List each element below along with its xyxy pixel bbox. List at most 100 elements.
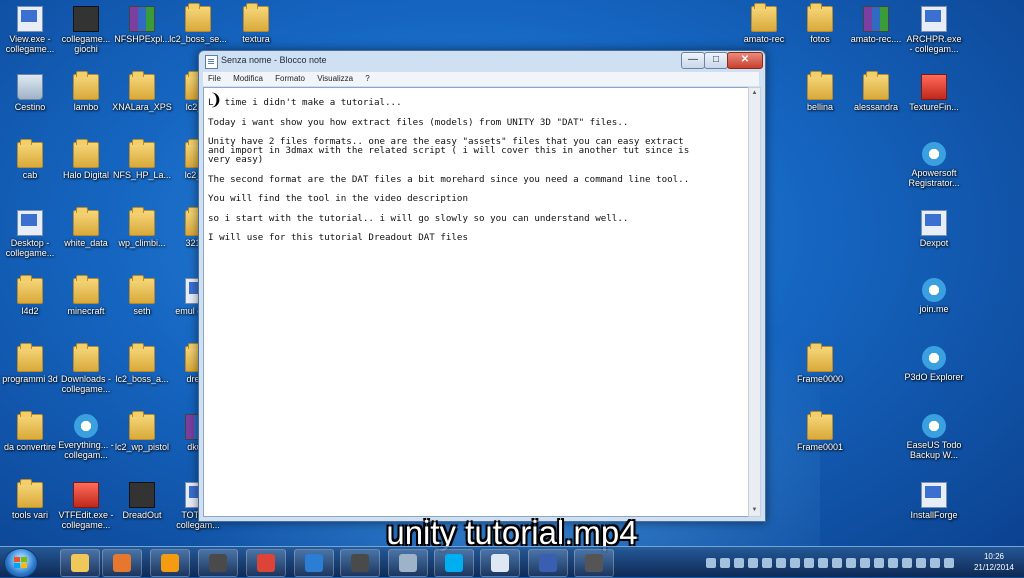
desktop-icon[interactable]: lambo <box>56 71 116 112</box>
desktop-icon[interactable]: ARCHPR.exe - collegam... <box>904 6 964 54</box>
save-icon <box>539 554 557 572</box>
taskbar-button-chrome[interactable] <box>246 549 286 577</box>
shortcut-icon <box>17 6 43 32</box>
desktop-icon[interactable]: programmi 3d <box>0 343 60 384</box>
app-printer-icon <box>399 554 417 572</box>
scroll-up-icon[interactable]: ▲ <box>749 88 760 99</box>
camera-icon <box>585 554 603 572</box>
tray-icon[interactable] <box>818 558 828 568</box>
desktop-icon-label: collegame... giochi <box>61 34 111 54</box>
desktop-icon[interactable]: amato-rec <box>734 3 794 44</box>
tray-icon[interactable] <box>706 558 716 568</box>
desktop-icon[interactable]: cab <box>0 139 60 180</box>
taskbar-button-app-g1[interactable] <box>198 549 238 577</box>
explorer-icon <box>71 554 89 572</box>
taskbar-button-notepad[interactable] <box>480 549 520 577</box>
taskbar-button-app-lightning[interactable] <box>294 549 334 577</box>
desktop-icon[interactable]: Apowersoft Registrator... <box>904 142 964 188</box>
desktop-icon[interactable]: Cestino <box>0 74 60 112</box>
desktop-icon[interactable]: Frame0001 <box>790 411 850 452</box>
desktop-icon[interactable]: P3dO Explorer <box>904 346 964 382</box>
vertical-scrollbar[interactable]: ▲ ▼ <box>748 87 761 517</box>
system-tray[interactable] <box>706 555 976 569</box>
desktop-icon[interactable]: white_data <box>56 207 116 248</box>
start-button[interactable] <box>4 548 38 578</box>
application-icon <box>922 414 946 438</box>
tray-icon[interactable] <box>734 558 744 568</box>
tray-icon[interactable] <box>832 558 842 568</box>
close-button[interactable]: ✕ <box>727 52 763 69</box>
desktop-icon[interactable]: EaseUS Todo Backup W... <box>904 414 964 460</box>
taskbar-button-explorer[interactable] <box>60 549 100 577</box>
taskbar-button-save[interactable] <box>528 549 568 577</box>
desktop-icon[interactable]: collegame... giochi <box>56 6 116 54</box>
desktop-icon[interactable]: NFSHPExpl... <box>112 6 172 44</box>
title-bar[interactable]: Senza nome - Blocco note — □ ✕ <box>199 51 765 71</box>
desktop-icon[interactable]: lc2_wp_pistol <box>112 411 172 452</box>
desktop-icon[interactable]: XNALara_XPS <box>112 71 172 112</box>
clock[interactable]: 10:26 21/12/2014 <box>972 551 1016 573</box>
desktop-icon[interactable]: Dexpot <box>904 210 964 248</box>
tray-icon[interactable] <box>902 558 912 568</box>
desktop-icon[interactable]: fotos <box>790 3 850 44</box>
desktop-icon[interactable]: minecraft <box>56 275 116 316</box>
menu-file[interactable]: File <box>203 72 226 83</box>
desktop-icon[interactable]: da convertire <box>0 411 60 452</box>
tray-icon[interactable] <box>846 558 856 568</box>
taskbar-button-app-g2[interactable] <box>340 549 380 577</box>
tray-icon[interactable] <box>720 558 730 568</box>
tray-icon[interactable] <box>874 558 884 568</box>
tray-icon[interactable] <box>916 558 926 568</box>
taskbar-button-app-printer[interactable] <box>388 549 428 577</box>
desktop-icon[interactable]: join.me <box>904 278 964 314</box>
desktop-icon-label: lambo <box>73 102 99 112</box>
desktop-icon[interactable]: textura <box>226 3 286 44</box>
tray-icon[interactable] <box>748 558 758 568</box>
tray-icon[interactable] <box>762 558 772 568</box>
tray-icon[interactable] <box>776 558 786 568</box>
recycle-bin-icon <box>17 74 43 100</box>
tray-icon[interactable] <box>790 558 800 568</box>
desktop-icon[interactable]: amato-rec.... <box>846 6 906 44</box>
menu-help[interactable]: ? <box>360 72 374 83</box>
tray-icon[interactable] <box>930 558 940 568</box>
desktop-icon[interactable]: lc2_boss_a... <box>112 343 172 384</box>
desktop-icon[interactable]: Frame0000 <box>790 343 850 384</box>
tray-icon[interactable] <box>944 558 954 568</box>
desktop-icon[interactable]: wp_climbi... <box>112 207 172 248</box>
text-editor[interactable]: ❩ L time i didn't make a tutorial... Tod… <box>203 87 749 517</box>
desktop-icon[interactable]: Everything... - collegam... <box>56 414 116 460</box>
menu-formato[interactable]: Formato <box>270 72 310 83</box>
desktop-icon-label: ARCHPR.exe - collegam... <box>906 34 962 54</box>
desktop-icon[interactable]: seth <box>112 275 172 316</box>
desktop-icon[interactable]: Halo Digital <box>56 139 116 180</box>
desktop-icon-label: white_data <box>64 238 108 248</box>
menu-modifica[interactable]: Modifica <box>228 72 268 83</box>
application-icon <box>922 142 946 166</box>
desktop-icon[interactable]: View.exe - collegame... <box>0 6 60 54</box>
taskbar-button-media-player[interactable] <box>150 549 190 577</box>
desktop-icon[interactable]: TextureFin... <box>904 74 964 112</box>
desktop-icon-label: Everything... - collegam... <box>58 440 114 460</box>
text-line: Today i want show you how extract files … <box>208 116 629 128</box>
desktop-icon-label: Dexpot <box>919 238 949 248</box>
maximize-button[interactable]: □ <box>704 52 728 69</box>
desktop-icon[interactable]: Downloads - collegame... <box>56 343 116 394</box>
desktop-icon[interactable]: NFS_HP_La... <box>112 139 172 180</box>
application-icon <box>922 278 946 302</box>
skype-icon <box>445 554 463 572</box>
menu-visualizza[interactable]: Visualizza <box>312 72 358 83</box>
taskbar-button-camera[interactable] <box>574 549 614 577</box>
desktop-icon[interactable]: l4d2 <box>0 275 60 316</box>
notepad-window[interactable]: Senza nome - Blocco note — □ ✕ File Modi… <box>198 50 766 522</box>
tray-icon[interactable] <box>860 558 870 568</box>
taskbar-button-skype[interactable] <box>434 549 474 577</box>
desktop-icon[interactable]: lc2_boss_se... <box>168 3 228 44</box>
tray-icon[interactable] <box>804 558 814 568</box>
tray-icon[interactable] <box>888 558 898 568</box>
desktop-icon[interactable]: bellina <box>790 71 850 112</box>
taskbar-button-firefox[interactable] <box>102 549 142 577</box>
desktop-icon[interactable]: Desktop - collegame... <box>0 210 60 258</box>
minimize-button[interactable]: — <box>681 52 705 69</box>
desktop-icon[interactable]: alessandra <box>846 71 906 112</box>
